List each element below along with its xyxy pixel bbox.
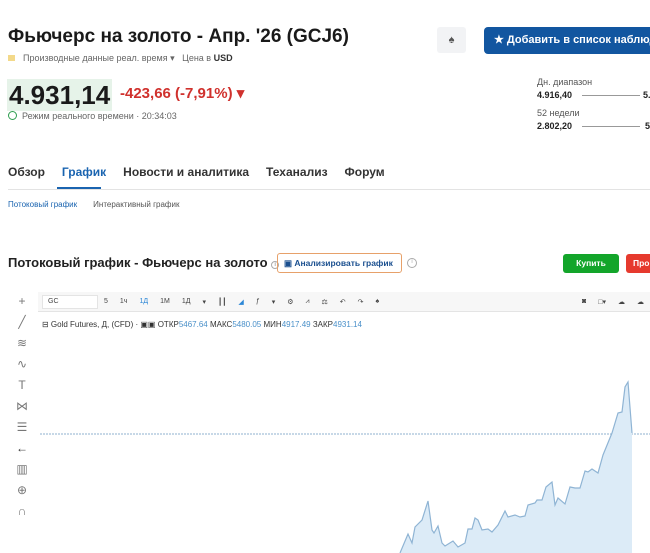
tab-news[interactable]: Новости и аналитика [123,165,249,179]
area-chart-icon[interactable]: ◢ [232,298,249,306]
price-chart[interactable] [38,312,650,553]
scales-icon[interactable]: ⚖ [315,298,333,306]
cloud-icon[interactable]: ☁ [612,298,631,306]
redo-icon[interactable]: ↷ [352,298,370,306]
tab-forum[interactable]: Форум [345,165,385,179]
camera-icon[interactable]: ◙ [576,298,592,305]
undo-icon[interactable]: ↶ [334,298,352,306]
magnet-icon[interactable]: ∩ [10,504,34,525]
bell-plus-icon[interactable]: ♠ [437,27,466,53]
trend-line-icon[interactable]: ╱ [10,315,34,336]
interval-1m[interactable]: 1М [154,298,176,305]
zoom-in-icon[interactable]: ⊕ [10,483,34,504]
realtime-label: Режим реального времени · 20:34:03 [22,111,177,121]
candles-icon[interactable]: ┃┃ [212,298,232,306]
interval-1d[interactable]: 1Д [133,298,154,305]
symbol-input[interactable]: GC [42,294,98,309]
interval-5[interactable]: 5 [98,298,114,305]
day-range-low: 4.916,40 [537,90,573,100]
pattern-icon[interactable]: ⋈ [10,399,34,420]
sub-tabs: Потоковый график Интерактивный график [8,200,179,209]
main-tabs: Обзор График Новости и аналитика Теханал… [8,165,385,179]
brush-icon[interactable]: ∿ [10,357,34,378]
week52-low: 2.802,20 [537,121,573,131]
compare-icon[interactable]: ⩘ [300,298,316,306]
tab-overview[interactable]: Обзор [8,165,45,179]
layout-icon[interactable]: □▾ [592,298,612,306]
tab-technical[interactable]: Теханализ [266,165,327,179]
week52-bar [582,126,640,127]
gear-icon[interactable]: ⚙ [281,298,299,306]
measure-icon[interactable]: ▥ [10,462,34,483]
analyze-chart-button[interactable]: ▣ Анализировать график [277,253,402,273]
week52-label: 52 недели [537,108,580,118]
price-in-label: Цена в [182,53,212,63]
day-range-high: 5. [643,90,650,100]
price-change: -423,66 (-7,91%) ▾ [120,85,245,102]
sell-button[interactable]: Про [626,254,650,273]
cloud-upload-icon[interactable]: ☁ [631,298,650,306]
day-range-bar [582,95,640,96]
data-source-label: Производные данные реал. время [23,53,168,63]
day-range-label: Дн. диапазон [537,77,593,87]
chat-icon: ▣ [284,258,293,268]
drawing-tools: + ╱ ≋ ∿ T ⋈ ☰ ← ▥ ⊕ ∩ [10,294,34,525]
add-to-watchlist-button[interactable]: ★ Добавить в список наблюдения [484,27,650,54]
interval-more[interactable]: 1Д [176,298,197,305]
data-source: Производные данные реал. время ▾ Цена в … [8,53,233,64]
chevron-down-icon[interactable]: ▾ [196,298,212,306]
chart-toolbar: GC 5 1ч 1Д 1М 1Д ▾ ┃┃ ◢ ƒ ▾ ⚙ ⩘ ⚖ ↶ ↷ ♠ … [38,292,650,312]
info-icon[interactable]: i [407,258,417,268]
section-title: Потоковый график - Фьючерс на золото i [8,255,280,270]
interval-1h[interactable]: 1ч [114,298,134,305]
last-price: 4.931,14 [7,79,113,111]
crosshair-icon[interactable]: + [10,294,34,315]
indicators-icon[interactable]: ƒ [250,298,266,305]
week52-high: 5 [645,121,650,131]
prediction-icon[interactable]: ☰ [10,420,34,441]
flag-icon [8,55,15,61]
chevron-down-icon[interactable]: ▾ [266,298,282,306]
tab-chart[interactable]: График [62,165,106,179]
section-title-text: Потоковый график - Фьючерс на золото [8,255,268,270]
text-icon[interactable]: T [10,378,34,399]
clock-icon [8,111,17,120]
fib-icon[interactable]: ≋ [10,336,34,357]
analyze-label: Анализировать график [294,258,393,268]
price-area [400,382,632,553]
back-arrow-icon[interactable]: ← [10,441,34,462]
realtime-status: Режим реального времени · 20:34:03 [8,111,177,121]
subtab-interactive[interactable]: Интерактивный график [93,200,179,209]
tabs-divider [8,189,650,190]
buy-button[interactable]: Купить [563,254,619,273]
page-title: Фьючерс на золото - Апр. '26 (GCJ6) [8,26,349,47]
subtab-streaming[interactable]: Потоковый график [8,200,77,209]
currency: USD [213,53,233,63]
alert-icon[interactable]: ♠ [370,298,386,305]
